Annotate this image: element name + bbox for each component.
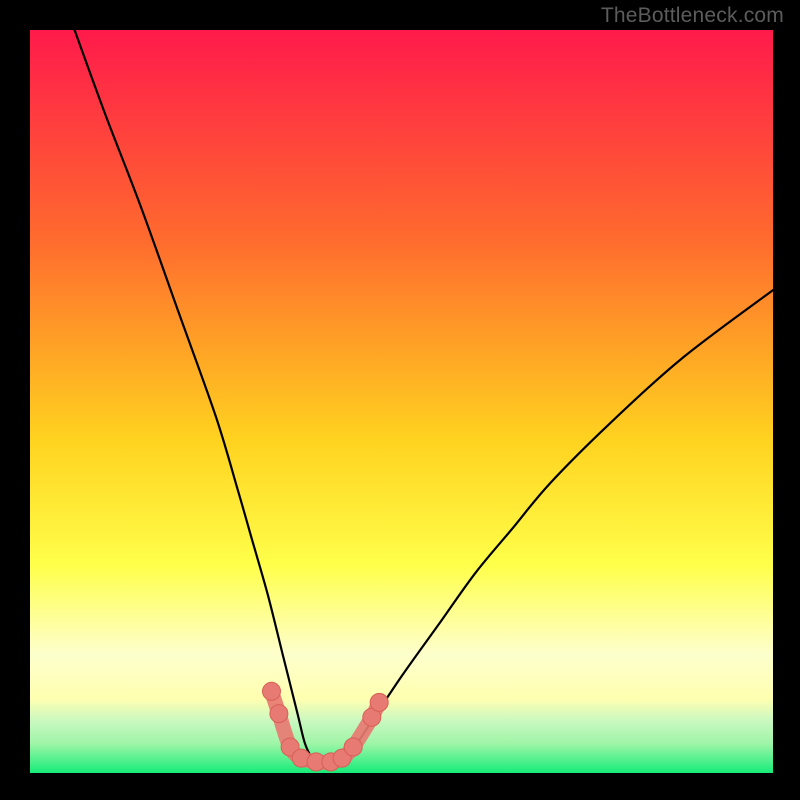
marker-dot — [270, 705, 288, 723]
marker-dot — [370, 693, 388, 711]
bottleneck-chart — [0, 0, 800, 800]
marker-dot — [263, 682, 281, 700]
chart-frame: TheBottleneck.com — [0, 0, 800, 800]
gradient-background — [30, 30, 773, 773]
marker-dot — [344, 738, 362, 756]
